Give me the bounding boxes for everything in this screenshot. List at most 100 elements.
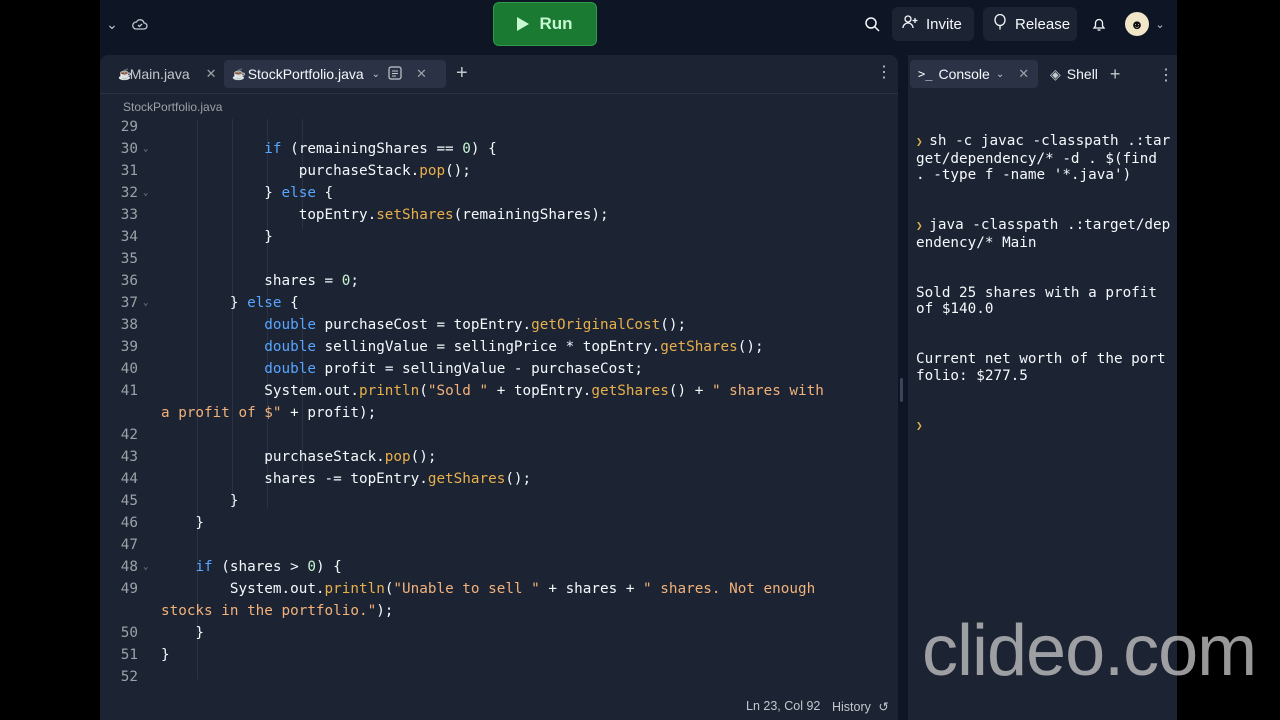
- search-icon[interactable]: [862, 14, 882, 34]
- tab-main-java[interactable]: ☕ Main.java ✕: [110, 60, 218, 88]
- add-user-icon: [902, 15, 918, 33]
- fold-chevron-icon[interactable]: ⌄: [143, 144, 148, 154]
- code-line: }: [161, 625, 205, 641]
- console-tab-label: Console: [938, 66, 990, 82]
- chevron-down-icon[interactable]: ⌄: [996, 69, 1004, 80]
- close-icon[interactable]: ✕: [416, 66, 427, 82]
- code-line: double purchaseCost = topEntry.getOrigin…: [264, 317, 687, 333]
- bell-icon[interactable]: [1089, 14, 1109, 34]
- fold-chevron-icon[interactable]: ⌄: [143, 298, 148, 308]
- line-number: 51: [120, 647, 138, 663]
- line-number: 47: [120, 537, 138, 553]
- code-line: if (shares > 0) {: [195, 559, 342, 575]
- chevron-down-icon[interactable]: ⌄: [1150, 14, 1170, 34]
- line-number: 41: [120, 383, 138, 399]
- avatar[interactable]: ☻: [1125, 12, 1149, 36]
- run-button[interactable]: Run: [493, 2, 597, 46]
- code-line: System.out.println("Unable to sell " + s…: [161, 581, 816, 597]
- terminal-icon: >_: [918, 67, 933, 81]
- code-line: }: [161, 229, 273, 245]
- run-label: Run: [539, 14, 573, 33]
- plus-icon[interactable]: +: [1110, 64, 1121, 85]
- line-number: 46: [120, 515, 138, 531]
- document-outline-icon[interactable]: [388, 65, 402, 83]
- code-line: double sellingValue = sellingPrice * top…: [264, 339, 764, 355]
- chevron-down-icon[interactable]: ⌄: [102, 14, 122, 34]
- line-number: 40: [120, 361, 138, 377]
- play-icon: [517, 17, 530, 31]
- code-line: }: [161, 493, 239, 509]
- history-label: History: [832, 700, 871, 714]
- code-line: purchaseStack.pop();: [161, 449, 437, 465]
- code-line: System.out.println("Sold " + topEntry.ge…: [161, 383, 824, 399]
- line-number: 30: [120, 141, 138, 157]
- code-line: shares -= topEntry.getShares();: [161, 471, 532, 487]
- line-number: 35: [120, 251, 138, 267]
- line-number: 33: [120, 207, 138, 223]
- code-line: } else {: [161, 295, 299, 311]
- code-line: shares = 0;: [161, 273, 359, 289]
- console-line-text: sh -c javac -classpath .:target/dependen…: [916, 133, 1171, 184]
- line-number: 45: [120, 493, 138, 509]
- code-line: }: [161, 647, 170, 663]
- fold-chevron-icon[interactable]: ⌄: [143, 562, 148, 572]
- tab-stockportfolio-java[interactable]: ☕ StockPortfolio.java ⌄ ✕: [224, 60, 446, 88]
- close-icon[interactable]: ✕: [1018, 66, 1029, 82]
- release-button[interactable]: Release: [983, 7, 1077, 41]
- console-tabs: >_ Console ⌄ ✕ ◈ Shell + ⋮: [908, 55, 1177, 93]
- new-tab-plus-icon[interactable]: +: [456, 63, 468, 83]
- invite-label: Invite: [926, 15, 962, 33]
- line-number: 38: [120, 317, 138, 333]
- tab-label: StockPortfolio.java: [247, 66, 364, 82]
- line-number: 36: [120, 273, 138, 289]
- line-number: 34: [120, 229, 138, 245]
- top-bar: ⌄ Run Invite Release ☻ ⌄: [100, 0, 1177, 48]
- editor-pane: ☕ Main.java ✕ ☕ StockPortfolio.java ⌄ ✕ …: [100, 55, 898, 720]
- code-line: topEntry.setShares(remainingShares);: [161, 207, 609, 223]
- code-line-wrapped: a profit of $" + profit);: [161, 405, 377, 421]
- line-number: 49: [120, 581, 138, 597]
- code-line: if (remainingShares == 0) {: [264, 141, 497, 157]
- chevron-down-icon[interactable]: ⌄: [372, 69, 380, 80]
- console-line: Current net worth of the portfolio: $277…: [916, 350, 1166, 384]
- line-number: 37: [120, 295, 138, 311]
- console-input-line[interactable]: ❯: [916, 417, 1174, 435]
- console-line-text: java -classpath .:target/dependency/* Ma…: [916, 217, 1171, 251]
- prompt-chevron-icon: ❯: [916, 419, 923, 433]
- pane-resize-handle[interactable]: [900, 378, 903, 402]
- line-number: 32: [120, 185, 138, 201]
- code-line: double profit = sellingValue - purchaseC…: [264, 361, 644, 377]
- code-line-wrapped: stocks in the portfolio.");: [161, 603, 394, 619]
- line-number: 43: [120, 449, 138, 465]
- console-line: ❯ sh -c javac -classpath .:target/depend…: [916, 133, 1174, 184]
- invite-button[interactable]: Invite: [892, 7, 974, 41]
- line-number: 31: [120, 163, 138, 179]
- tab-console[interactable]: >_ Console ⌄ ✕: [910, 60, 1038, 88]
- history-icon: ↺: [878, 700, 889, 714]
- line-number: 39: [120, 339, 138, 355]
- line-number: 48: [120, 559, 138, 575]
- line-number: 50: [120, 625, 138, 641]
- history-button[interactable]: History ↺: [832, 699, 889, 714]
- code-line: purchaseStack.pop();: [161, 163, 471, 179]
- code-line: }: [161, 515, 205, 531]
- line-number: 52: [120, 669, 138, 685]
- watermark: clideo.com: [922, 611, 1257, 691]
- status-bar: Ln 23, Col 92 History ↺: [100, 694, 898, 720]
- console-output[interactable]: ❯ sh -c javac -classpath .:target/depend…: [916, 100, 1174, 468]
- editor-tabs: ☕ Main.java ✕ ☕ StockPortfolio.java ⌄ ✕ …: [100, 55, 898, 94]
- fold-chevron-icon[interactable]: ⌄: [143, 188, 148, 198]
- prompt-chevron-icon: ❯: [916, 135, 930, 149]
- code-area[interactable]: 29 30 ⌄ if (remainingShares == 0) { 31 p…: [100, 119, 898, 691]
- close-icon[interactable]: ✕: [206, 66, 217, 82]
- cloud-check-icon[interactable]: [130, 14, 150, 34]
- cursor-position[interactable]: Ln 23, Col 92: [746, 699, 820, 713]
- prompt-chevron-icon: ❯: [916, 219, 930, 233]
- more-options-icon[interactable]: ⋮: [876, 65, 892, 81]
- console-line: ❯ java -classpath .:target/dependency/* …: [916, 217, 1174, 251]
- shell-tab-label: Shell: [1066, 66, 1098, 82]
- line-number: 44: [120, 471, 138, 487]
- more-options-icon[interactable]: ⋮: [1158, 65, 1174, 85]
- breadcrumb: StockPortfolio.java: [123, 100, 223, 114]
- tab-shell[interactable]: ◈ Shell +: [1042, 60, 1138, 88]
